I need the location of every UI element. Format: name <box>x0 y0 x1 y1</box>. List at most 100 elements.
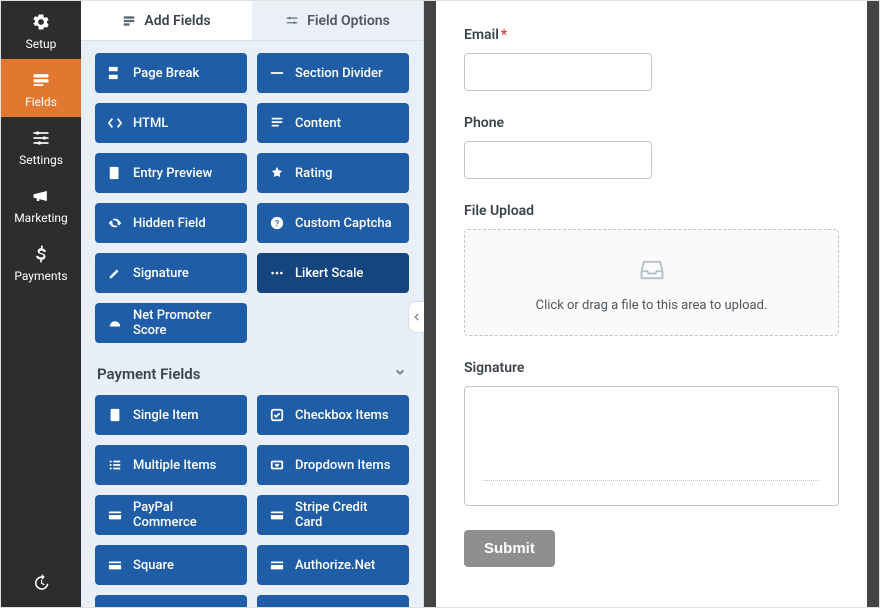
field-btn-coupon[interactable]: Coupon <box>95 595 247 607</box>
page-break-icon <box>107 65 123 81</box>
upload-dropzone[interactable]: Click or drag a file to this area to upl… <box>464 229 839 336</box>
sliders-icon <box>30 127 52 149</box>
field-label: Email* <box>464 27 839 43</box>
field-btn-authorize-net[interactable]: Authorize.Net <box>257 545 409 585</box>
eye-off-icon <box>107 215 123 231</box>
field-file-upload[interactable]: File Upload Click or drag a file to this… <box>464 203 839 336</box>
field-btn-custom-captcha[interactable]: ? Custom Captcha <box>257 203 409 243</box>
field-btn-single-item[interactable]: Single Item <box>95 395 247 435</box>
email-input[interactable] <box>464 53 652 91</box>
tab-label: Add Fields <box>144 13 210 29</box>
nav-item-marketing[interactable]: Marketing <box>1 175 81 233</box>
field-btn-label: Stripe Credit Card <box>295 500 397 530</box>
field-btn-label: Likert Scale <box>295 266 363 281</box>
megaphone-icon <box>30 185 52 207</box>
field-btn-label: Rating <box>295 166 332 181</box>
upload-hint: Click or drag a file to this area to upl… <box>536 298 768 313</box>
field-btn-stripe-credit-card[interactable]: Stripe Credit Card <box>257 495 409 535</box>
field-phone[interactable]: Phone <box>464 115 839 179</box>
tab-add-fields[interactable]: Add Fields <box>81 1 252 40</box>
gear-icon <box>30 11 52 33</box>
submit-row: Submit <box>464 530 839 567</box>
file-icon <box>107 407 123 423</box>
list-icon <box>107 457 123 473</box>
field-btn-label: Checkbox Items <box>295 408 389 423</box>
field-btn-label: Dropdown Items <box>295 458 390 473</box>
fields-panel: Add Fields Field Options Page Break Sect… <box>81 1 424 607</box>
field-btn-section-divider[interactable]: Section Divider <box>257 53 409 93</box>
chevron-down-icon <box>393 365 407 383</box>
history-button[interactable] <box>1 559 81 607</box>
content-icon <box>269 115 285 131</box>
label-text: Email <box>464 27 499 43</box>
field-btn-multiple-items[interactable]: Multiple Items <box>95 445 247 485</box>
field-btn-label: Square <box>133 558 174 573</box>
code-icon <box>107 115 123 131</box>
card-icon <box>107 557 123 573</box>
section-header-payment-fields[interactable]: Payment Fields <box>97 365 407 383</box>
gauge-icon <box>107 315 123 331</box>
field-btn-content[interactable]: Content <box>257 103 409 143</box>
field-btn-signature[interactable]: Signature <box>95 253 247 293</box>
field-btn-label: Net Promoter Score <box>133 308 235 338</box>
field-group-fancy: Page Break Section Divider HTML Content … <box>95 53 409 343</box>
nav-label: Settings <box>19 153 63 167</box>
card-icon <box>107 507 123 523</box>
panel-collapse-handle[interactable] <box>408 301 424 333</box>
nav-label: Setup <box>26 37 57 51</box>
nav-item-settings[interactable]: Settings <box>1 117 81 175</box>
question-icon: ? <box>269 215 285 231</box>
svg-text:?: ? <box>275 220 279 230</box>
phone-input[interactable] <box>464 141 652 179</box>
field-email[interactable]: Email* <box>464 27 839 91</box>
dollar-icon <box>30 243 52 265</box>
field-btn-label: Content <box>295 116 341 131</box>
field-btn-entry-preview[interactable]: Entry Preview <box>95 153 247 193</box>
nav-item-payments[interactable]: Payments <box>1 233 81 291</box>
field-btn-hidden-field[interactable]: Hidden Field <box>95 203 247 243</box>
field-btn-label: Single Item <box>133 408 199 423</box>
dots-icon <box>269 265 285 281</box>
field-group-payment: Single Item Checkbox Items Multiple Item… <box>95 395 409 607</box>
field-btn-rating[interactable]: Rating <box>257 153 409 193</box>
dropdown-icon <box>269 457 285 473</box>
nav-label: Marketing <box>14 211 68 225</box>
field-btn-page-break[interactable]: Page Break <box>95 53 247 93</box>
field-btn-total[interactable]: Total <box>257 595 409 607</box>
section-title: Payment Fields <box>97 365 200 383</box>
field-btn-label: Signature <box>133 266 189 281</box>
field-signature[interactable]: Signature <box>464 360 839 506</box>
tab-field-options[interactable]: Field Options <box>252 1 423 40</box>
inbox-icon <box>638 256 666 288</box>
primary-nav: Setup Fields Settings Marketing Payments <box>1 1 81 607</box>
star-icon <box>269 165 285 181</box>
layout-icon <box>122 14 136 28</box>
field-btn-label: Multiple Items <box>133 458 216 473</box>
panel-tabs: Add Fields Field Options <box>81 1 423 41</box>
field-btn-nps[interactable]: Net Promoter Score <box>95 303 247 343</box>
section-divider-icon <box>269 65 285 81</box>
chevron-left-icon <box>412 312 422 322</box>
nav-item-setup[interactable]: Setup <box>1 1 81 59</box>
field-btn-label: Entry Preview <box>133 166 212 181</box>
nav-item-fields[interactable]: Fields <box>1 59 81 117</box>
nav-label: Payments <box>14 269 67 283</box>
field-btn-label: Hidden Field <box>133 216 206 231</box>
submit-button[interactable]: Submit <box>464 530 555 567</box>
sliders-icon <box>285 14 299 28</box>
check-icon <box>269 407 285 423</box>
field-btn-dropdown-items[interactable]: Dropdown Items <box>257 445 409 485</box>
form-icon <box>30 69 52 91</box>
field-btn-label: Section Divider <box>295 66 383 81</box>
pencil-icon <box>107 265 123 281</box>
field-btn-html[interactable]: HTML <box>95 103 247 143</box>
field-btn-likert-scale[interactable]: Likert Scale <box>257 253 409 293</box>
signature-canvas[interactable] <box>464 386 839 506</box>
card-icon <box>269 557 285 573</box>
field-btn-label: Page Break <box>133 66 199 81</box>
form-preview: Email* Phone File Upload Click or drag a… <box>424 1 879 607</box>
field-btn-label: Custom Captcha <box>295 216 392 231</box>
field-btn-paypal-commerce[interactable]: PayPal Commerce <box>95 495 247 535</box>
field-btn-square[interactable]: Square <box>95 545 247 585</box>
field-btn-checkbox-items[interactable]: Checkbox Items <box>257 395 409 435</box>
